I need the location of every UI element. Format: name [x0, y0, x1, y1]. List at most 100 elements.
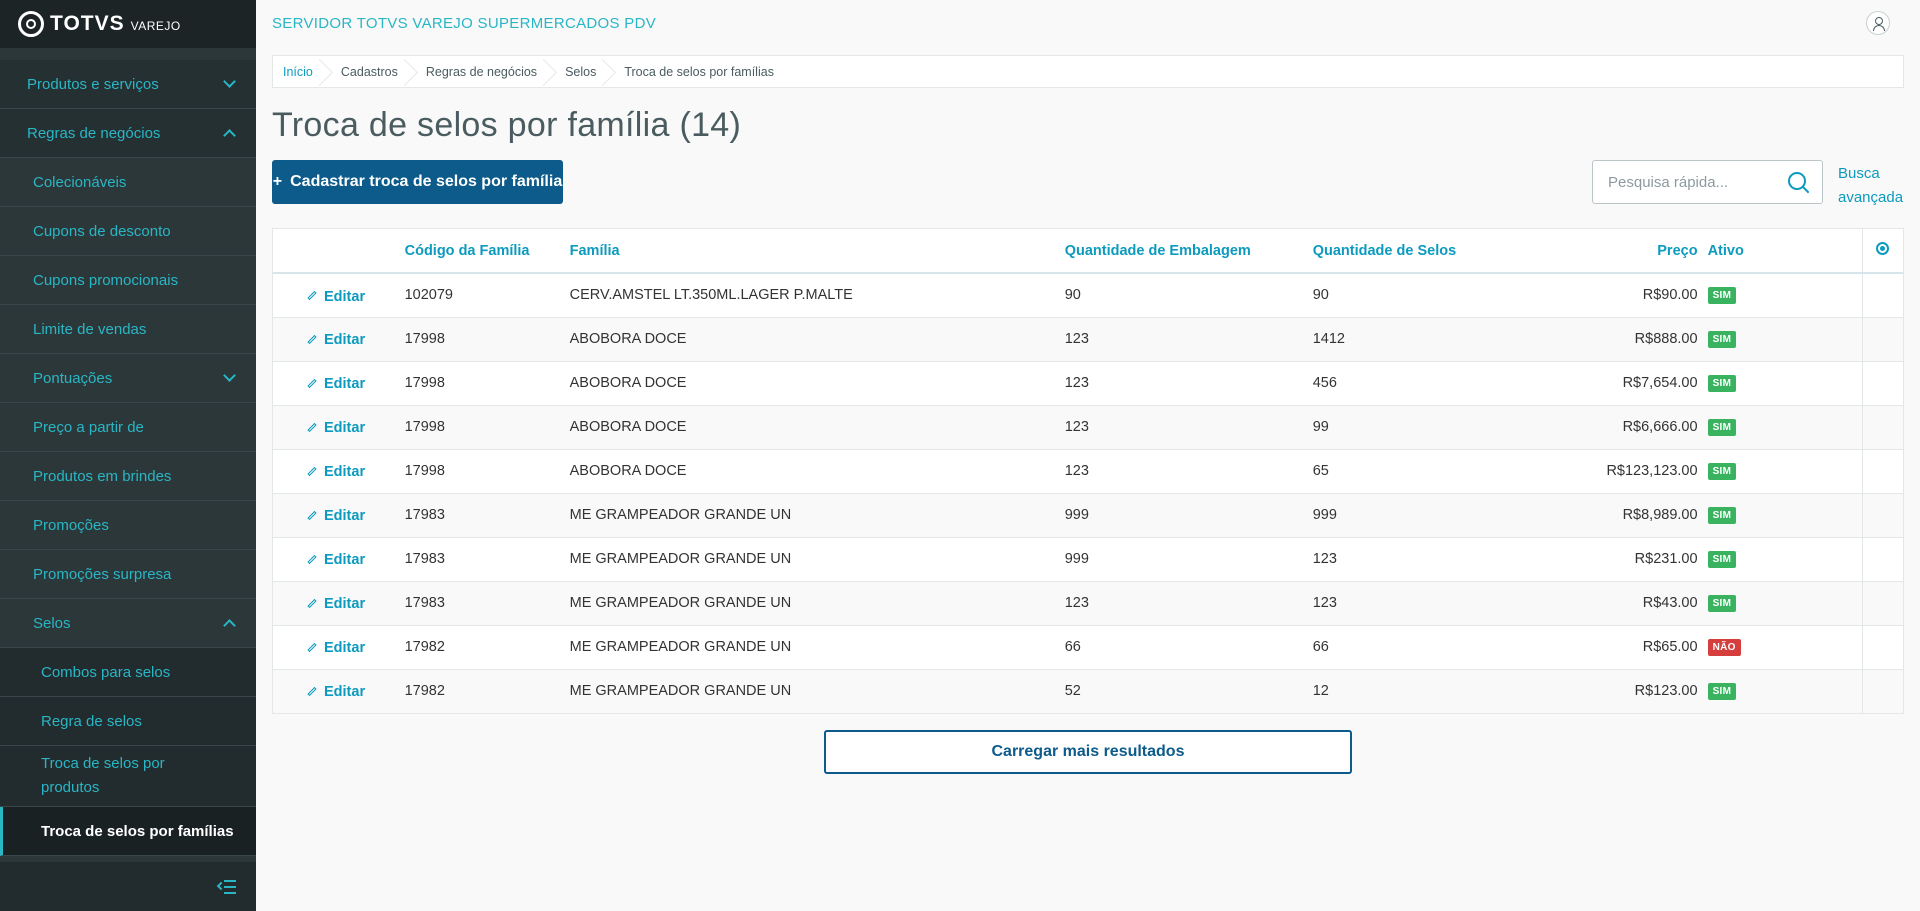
- sidebar-item-selos[interactable]: Selos: [0, 599, 256, 648]
- cell-qtd-embalagem: 123: [1064, 375, 1089, 391]
- sidebar-item-promocoes-surpresa[interactable]: Promoções surpresa: [0, 550, 256, 599]
- sidebar-item-combos-selos[interactable]: Combos para selos: [0, 648, 256, 697]
- column-header-ativo[interactable]: Ativo: [1707, 229, 1863, 274]
- column-header-qtd-selos[interactable]: Quantidade de Selos: [1312, 229, 1516, 274]
- sidebar-item-troca-selos-familias[interactable]: Troca de selos por famílias: [0, 807, 256, 856]
- sidebar-item-cupons-desconto[interactable]: Cupons de desconto: [0, 207, 256, 256]
- edit-link[interactable]: Editar: [307, 332, 365, 348]
- sidebar-item-limite-vendas[interactable]: Limite de vendas: [0, 305, 256, 354]
- cell-codigo: 17982: [404, 639, 445, 655]
- cell-qtd-embalagem: 123: [1064, 331, 1089, 347]
- cell-qtd-selos: 123: [1312, 595, 1337, 611]
- edit-link[interactable]: Editar: [307, 640, 365, 656]
- user-icon[interactable]: [1866, 11, 1890, 35]
- edit-link[interactable]: Editar: [307, 420, 365, 436]
- edit-cell: Editar: [273, 273, 405, 317]
- cell-codigo: 17998: [404, 419, 445, 435]
- sidebar-item-label: Limite de vendas: [33, 320, 147, 338]
- edit-link[interactable]: Editar: [307, 376, 365, 392]
- breadcrumb-item[interactable]: Selos: [549, 56, 608, 87]
- cell-qtd-selos: 90: [1312, 287, 1329, 304]
- sidebar-item-preco-partir[interactable]: Preço a partir de: [0, 403, 256, 452]
- cell-qtd-selos: 123: [1312, 551, 1337, 567]
- status-badge: SIM: [1707, 595, 1737, 612]
- column-header-preco[interactable]: Preço: [1515, 229, 1708, 274]
- cell-empty: [1861, 317, 1903, 361]
- sidebar-footer: [0, 862, 256, 911]
- edit-cell: Editar: [273, 625, 405, 669]
- cell-empty: [1861, 449, 1903, 493]
- sidebar-nav: Produtos e serviços Regras de negócios C…: [0, 60, 256, 856]
- sidebar-item-promocoes[interactable]: Promoções: [0, 501, 256, 550]
- search-icon[interactable]: [1788, 172, 1810, 194]
- cell-familia: ME GRAMPEADOR GRANDE UN: [569, 683, 792, 699]
- edit-link[interactable]: Editar: [307, 684, 365, 700]
- cell-empty: [1861, 273, 1903, 317]
- status-badge: SIM: [1707, 463, 1737, 480]
- chevron-up-icon: [223, 129, 236, 142]
- table-row: Editar 17998 ABOBORA DOCE 123 456 R$7,654.00 S…: [273, 361, 1903, 405]
- table-settings[interactable]: [1861, 229, 1903, 274]
- breadcrumb-item[interactable]: Cadastros: [325, 56, 410, 87]
- table-row: Editar 17998 ABOBORA DOCE 123 65 R$123,123.00…: [273, 449, 1903, 493]
- cell-preco: R$43.00: [1642, 595, 1698, 611]
- edit-link[interactable]: Editar: [307, 508, 365, 524]
- breadcrumb-item[interactable]: Início: [273, 56, 325, 87]
- cell-familia: ABOBORA DOCE: [569, 375, 687, 391]
- sidebar-item-label: Troca de selos por produtos: [41, 755, 165, 796]
- sidebar-item-colecionaveis[interactable]: Colecionáveis: [0, 158, 256, 207]
- column-header-actions: [273, 229, 405, 274]
- brand-name: TOTVS: [50, 12, 125, 35]
- sidebar-item-produtos-servicos[interactable]: Produtos e serviços: [0, 60, 256, 109]
- pencil-icon: [307, 466, 317, 476]
- cell-qtd-embalagem: 52: [1064, 683, 1081, 699]
- sidebar-item-cupons-promocionais[interactable]: Cupons promocionais: [0, 256, 256, 305]
- sidebar-item-regras-negocios[interactable]: Regras de negócios: [0, 109, 256, 158]
- breadcrumb-link-inicio[interactable]: Início: [283, 65, 313, 79]
- breadcrumb-label: Troca de selos por famílias: [624, 64, 774, 79]
- edit-label: Editar: [324, 420, 366, 437]
- sidebar-item-label: Regra de selos: [41, 712, 142, 730]
- column-header-familia[interactable]: Família: [569, 229, 1065, 274]
- edit-link[interactable]: Editar: [307, 596, 365, 612]
- cell-codigo: 17998: [404, 331, 445, 347]
- cell-ativo: SIM: [1707, 493, 1863, 537]
- page-title: Troca de selos por família (14): [272, 106, 742, 144]
- quick-search: [1592, 160, 1823, 204]
- add-family-exchange-button[interactable]: + Cadastrar troca de selos por família: [272, 160, 563, 204]
- table-row: Editar 17982 ME GRAMPEADOR GRANDE UN 66 66 R$…: [273, 625, 1903, 669]
- table-row: Editar 102079 CERV.AMSTEL LT.350ML.LAGER P…: [273, 273, 1903, 317]
- chevron-up-icon: [223, 619, 236, 632]
- sidebar-item-label: Promoções: [33, 516, 109, 534]
- pencil-icon: [307, 642, 317, 652]
- pencil-icon: [307, 510, 317, 520]
- cell-qtd-embalagem: 999: [1064, 507, 1089, 523]
- status-badge: SIM: [1707, 507, 1737, 524]
- cell-familia: ME GRAMPEADOR GRANDE UN: [569, 639, 792, 655]
- edit-label: Editar: [324, 332, 366, 349]
- column-header-codigo[interactable]: Código da Família: [404, 229, 570, 274]
- cell-familia: ME GRAMPEADOR GRANDE UN: [569, 595, 792, 611]
- breadcrumb-label: Regras de negócios: [425, 64, 538, 79]
- advanced-search-link[interactable]: Busca avançada: [1838, 162, 1908, 210]
- edit-link[interactable]: Editar: [307, 289, 365, 305]
- search-input[interactable]: [1593, 173, 1783, 191]
- edit-link[interactable]: Editar: [307, 464, 365, 480]
- cell-preco: R$8,989.00: [1622, 507, 1698, 523]
- cell-familia: ABOBORA DOCE: [569, 419, 687, 435]
- load-more-button[interactable]: Carregar mais resultados: [824, 730, 1352, 774]
- status-badge: SIM: [1707, 331, 1737, 348]
- sidebar-item-troca-selos-produtos[interactable]: Troca de selos por produtos: [0, 746, 256, 807]
- status-badge: SIM: [1707, 419, 1737, 436]
- sidebar-item-pontuacoes[interactable]: Pontuações: [0, 354, 256, 403]
- gear-icon[interactable]: [1876, 242, 1890, 255]
- sidebar-item-produtos-brindes[interactable]: Produtos em brindes: [0, 452, 256, 501]
- column-header-qtd-embalagem[interactable]: Quantidade de Embalagem: [1064, 229, 1313, 274]
- edit-link[interactable]: Editar: [307, 552, 365, 568]
- sidebar-item-regra-selos[interactable]: Regra de selos: [0, 697, 256, 746]
- cell-qtd-embalagem: 90: [1064, 287, 1081, 304]
- table-row: Editar 17998 ABOBORA DOCE 123 99 R$6,666.00 SI…: [273, 405, 1903, 449]
- brand-logo[interactable]: TOTVS VAREJO: [0, 0, 256, 48]
- collapse-menu-icon[interactable]: [216, 879, 236, 894]
- breadcrumb-item[interactable]: Regras de negócios: [410, 56, 549, 87]
